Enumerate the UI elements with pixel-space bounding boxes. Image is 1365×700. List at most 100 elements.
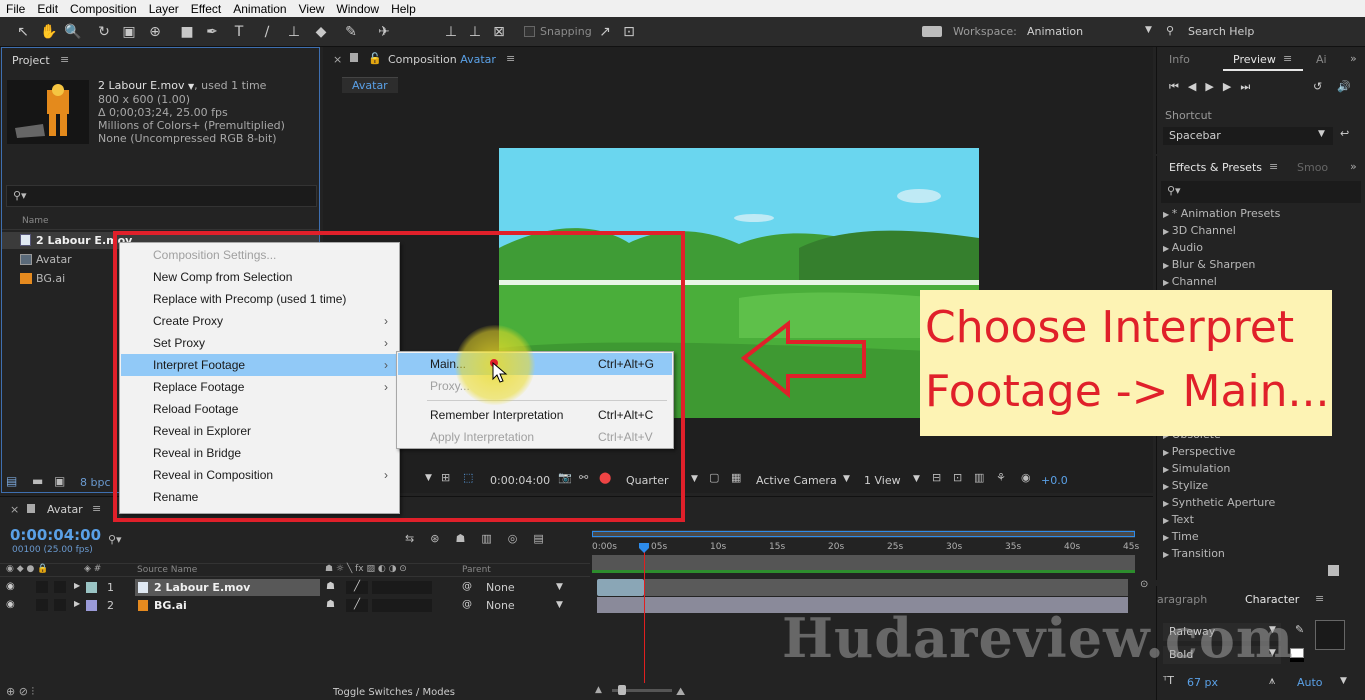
rectangle-tool-icon[interactable]: ■ — [178, 23, 196, 41]
expand-triangle-icon[interactable]: ▶ — [1163, 261, 1172, 270]
shy-layers-icon[interactable]: ☗ — [455, 532, 481, 545]
label-color-swatch[interactable] — [86, 600, 97, 611]
parent-dropdown-icon[interactable]: ▼ — [556, 582, 563, 592]
context-menu-item[interactable]: Composition Settings... — [121, 244, 398, 266]
axis-view-icon[interactable]: ⊠ — [490, 23, 508, 41]
pick-whip-icon[interactable]: @ — [462, 599, 472, 610]
eraser-tool-icon[interactable]: ◆ — [312, 23, 330, 41]
frame-blending-icon[interactable]: ▥ — [481, 532, 507, 545]
context-menu-item[interactable]: Reveal in Explorer — [121, 420, 398, 442]
resolution-dropdown-icon[interactable]: ▼ — [691, 474, 698, 484]
timeline-timecode[interactable]: 0:00:04:00 — [10, 526, 101, 544]
context-menu-item[interactable]: Rename — [121, 486, 398, 508]
expand-triangle-icon[interactable]: ▶ — [1163, 227, 1172, 236]
transparency-grid-icon[interactable]: ▦ — [731, 471, 741, 484]
camera-tool-icon[interactable]: ▣ — [120, 23, 138, 41]
character-menu-icon[interactable]: ≡ — [1315, 592, 1324, 605]
zoom-tool-icon[interactable]: 🔍 — [64, 23, 82, 41]
quality-switch-icon[interactable]: ╱ — [346, 581, 368, 594]
timeline-menu-icon[interactable]: ≡ — [92, 502, 101, 515]
expand-triangle-icon[interactable]: ▶ — [1163, 516, 1172, 525]
shy-switch-icon[interactable]: ☗ — [326, 581, 335, 592]
view-dropdown-icon[interactable]: ▼ — [913, 474, 920, 484]
solo-toggle[interactable] — [36, 581, 48, 593]
leading-value[interactable]: Auto — [1297, 676, 1323, 689]
region-icon[interactable]: ▢ — [709, 471, 719, 484]
lock-icon[interactable]: 🔓 — [368, 52, 382, 65]
effects-expand-icon[interactable]: » — [1350, 160, 1357, 173]
submenu-item[interactable]: Main... Ctrl+Alt+G — [398, 353, 672, 375]
context-menu-item[interactable]: Reveal in Composition › — [121, 464, 398, 486]
expand-panels-icon[interactable]: » — [1350, 52, 1357, 65]
visibility-eye-icon[interactable]: ◉ — [6, 599, 15, 610]
effects-search-input[interactable]: ⚲▾ — [1161, 181, 1361, 203]
quality-switch-icon[interactable]: ╱ — [346, 599, 368, 612]
zoom-in-icon[interactable]: ⛰ — [676, 685, 685, 699]
work-area-range[interactable] — [592, 531, 1135, 537]
effect-category-item[interactable]: ▶ Perspective — [1163, 445, 1235, 462]
composition-mini-flowchart-icon[interactable]: ⇆ — [405, 532, 430, 545]
menu-effect[interactable]: Effect — [185, 2, 227, 16]
tab-preview[interactable]: Preview ≡ — [1223, 47, 1303, 71]
submenu-item[interactable]: Proxy... — [398, 375, 672, 397]
toggle-switches-modes-button[interactable]: Toggle Switches / Modes — [333, 687, 455, 698]
parent-select[interactable]: None — [486, 599, 515, 612]
context-menu-item[interactable]: Create Proxy › — [121, 310, 398, 332]
menu-view[interactable]: View — [293, 2, 331, 16]
time-ruler[interactable]: 0:00s 05s 10s 15s 20s 25s 30s 35s 40s 45s — [592, 542, 1139, 554]
expand-triangle-icon[interactable]: ▶ — [1163, 499, 1172, 508]
menu-help[interactable]: Help — [385, 2, 422, 16]
tab-info[interactable]: Info — [1169, 53, 1190, 66]
context-menu-item[interactable]: Reveal in Bridge — [121, 442, 398, 464]
effect-category-item[interactable]: ▶ Audio — [1163, 241, 1203, 258]
timeline-icon[interactable]: ▥ — [974, 471, 984, 484]
pan-behind-tool-icon[interactable]: ⊕ — [146, 23, 164, 41]
snap-feature-icon[interactable]: ⊡ — [620, 23, 638, 41]
solo-toggle[interactable] — [36, 599, 48, 611]
preview-menu-icon[interactable]: ≡ — [1283, 52, 1292, 65]
timeline-close-icon[interactable]: × — [10, 503, 19, 516]
expand-triangle-icon[interactable]: ▶ — [1163, 448, 1172, 457]
exposure-value[interactable]: +0.0 — [1041, 474, 1068, 487]
bpc-button[interactable]: 8 bpc — [80, 476, 111, 489]
expand-triangle-icon[interactable]: ▶ — [1163, 550, 1172, 559]
tab-character[interactable]: Character — [1245, 593, 1299, 606]
loop-icon[interactable]: ↺ — [1313, 80, 1322, 93]
expand-triangle-icon[interactable]: ▶ — [1163, 278, 1172, 287]
expand-triangle-icon[interactable]: ▶ — [1163, 210, 1172, 219]
tab-paragraph[interactable]: aragraph — [1157, 593, 1207, 606]
timeline-layer-row[interactable]: ◉ ▶ 1 2 Labour E.mov ☗ ╱ @ None ▼ — [0, 579, 590, 596]
axis-local-icon[interactable]: ⊥ — [442, 23, 460, 41]
shy-switch-icon[interactable]: ☗ — [326, 599, 335, 610]
next-frame-icon[interactable]: ▶ — [1223, 80, 1240, 93]
effect-category-item[interactable]: ▶ Simulation — [1163, 462, 1230, 479]
timeline-search-icon[interactable]: ⚲▾ — [108, 533, 122, 546]
context-menu-item[interactable]: Set Proxy › — [121, 332, 398, 354]
axis-world-icon[interactable]: ⊥ — [466, 23, 484, 41]
flowchart-icon[interactable]: ⚘ — [996, 471, 1006, 484]
effect-category-item[interactable]: ▶ Text — [1163, 513, 1194, 530]
timeline-footer-icons[interactable]: ⊕ ⊘ ⫶ — [6, 685, 34, 699]
font-size-value[interactable]: 67 px — [1187, 676, 1218, 689]
label-color-swatch[interactable] — [86, 582, 97, 593]
submenu-item[interactable]: Remember Interpretation Ctrl+Alt+C — [398, 404, 672, 426]
timeline-scroll-icon[interactable]: ⊙ — [1140, 579, 1148, 590]
search-help-input[interactable]: Search Help — [1188, 25, 1254, 38]
expand-triangle-icon[interactable]: ▶ — [1163, 244, 1172, 253]
close-tab-icon[interactable]: × — [333, 53, 342, 66]
menu-window[interactable]: Window — [330, 2, 385, 16]
lock-toggle[interactable] — [54, 581, 66, 593]
fast-previews-icon[interactable]: ⊡ — [953, 471, 962, 484]
tab-effects-presets[interactable]: Effects & Presets — [1169, 161, 1262, 174]
fill-color-swatch[interactable] — [1315, 620, 1345, 650]
effect-category-item[interactable]: ▶ Time — [1163, 530, 1199, 547]
layer-bar-1[interactable] — [597, 579, 644, 596]
tab-avatar[interactable]: Avatar — [342, 77, 398, 93]
view-layout-select[interactable]: 1 View — [864, 474, 901, 487]
current-time-indicator[interactable] — [644, 543, 645, 683]
graph-editor-icon[interactable]: ▤ — [533, 532, 559, 545]
context-menu-item[interactable]: Replace with Precomp (used 1 time) — [121, 288, 398, 310]
effect-category-item[interactable]: ▶ Synthetic Aperture — [1163, 496, 1275, 513]
camera-dropdown-icon[interactable]: ▼ — [843, 474, 850, 484]
puppet-tool-icon[interactable]: ✈ — [375, 23, 393, 41]
